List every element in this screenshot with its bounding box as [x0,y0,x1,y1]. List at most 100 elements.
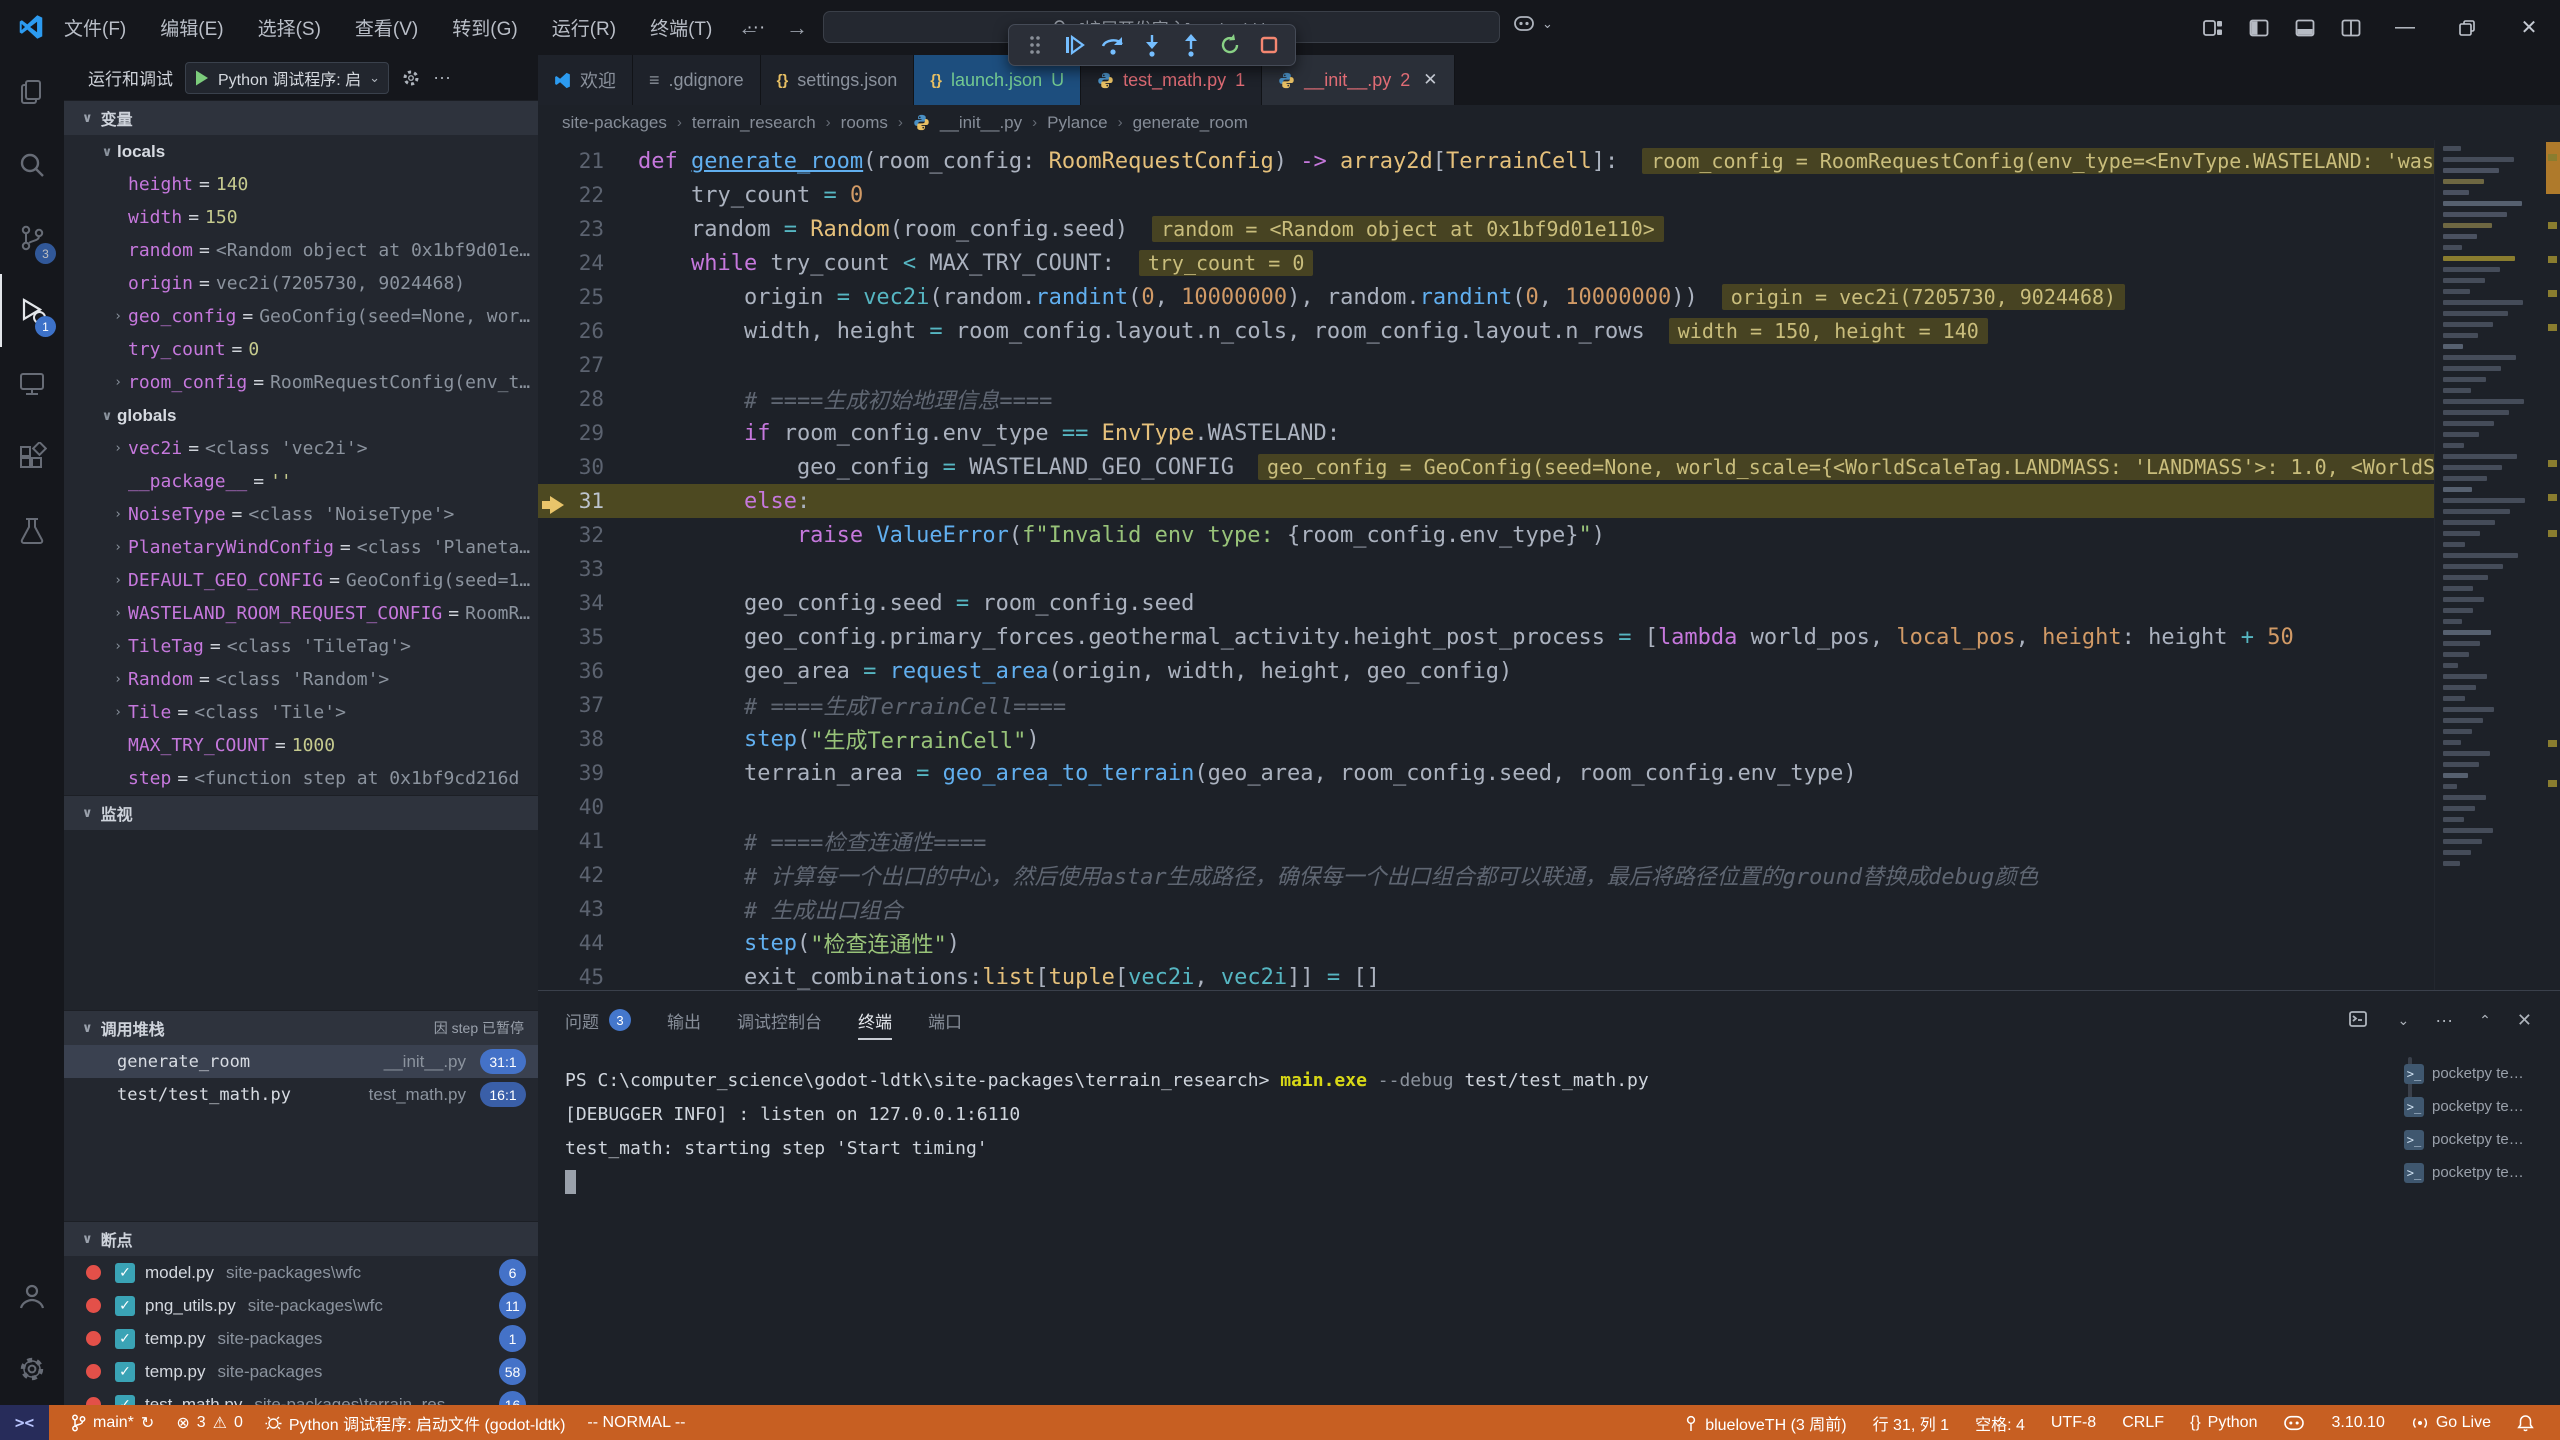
variable-row[interactable]: origin=vec2i(7205730, 9024468) [64,267,538,300]
activity-explorer-icon[interactable] [0,55,64,128]
language-mode-item[interactable]: {} Python [2190,1414,2258,1432]
variable-row[interactable]: width=150 [64,201,538,234]
panel-maximize-icon[interactable]: ⌃ [2479,1012,2491,1029]
python-version-item[interactable]: 3.10.10 [2331,1414,2384,1432]
accounts-icon[interactable] [0,1259,64,1332]
editor-tab--gdignore[interactable]: ≡.gdignore [633,55,761,105]
debug-step-over-icon[interactable] [1097,28,1128,62]
launch-config-select[interactable]: Python 调试程序: 启 ⌄ [185,62,389,94]
panel-more-icon[interactable]: ··· [2435,1010,2453,1031]
code-line-42[interactable]: 42 # 计算每一个出口的中心，然后使用astar生成路径，确保每一个出口组合都… [538,858,2560,892]
debug-step-into-icon[interactable] [1136,28,1167,62]
breadcrumb[interactable]: site-packages›terrain_research›rooms›__i… [538,105,2560,140]
go-live-item[interactable]: Go Live [2411,1414,2491,1432]
stack-frame[interactable]: test/test_math.pytest_math.py16:1 [64,1078,538,1111]
variable-row[interactable]: random=<Random object at 0x1bf9d01e… [64,234,538,267]
code-line-45[interactable]: 45 exit_combinations:list[tuple[vec2i, v… [538,960,2560,990]
activity-extensions-icon[interactable] [0,420,64,493]
variable-row[interactable]: ›Random=<class 'Random'> [64,663,538,696]
variables-section-header[interactable]: ∨ 变量 [64,100,538,135]
breakpoint-row[interactable]: ✓temp.pysite-packages58 [64,1355,538,1388]
code-line-32[interactable]: 32 raise ValueError(f"Invalid env type: … [538,518,2560,552]
debug-gear-icon[interactable] [401,68,421,88]
breadcrumb-item[interactable]: terrain_research [692,113,816,133]
activity-source-control-icon[interactable]: 3 [0,201,64,274]
variable-row[interactable]: ›DEFAULT_GEO_CONFIG=GeoConfig(seed=1… [64,564,538,597]
encoding-item[interactable]: UTF-8 [2051,1414,2096,1432]
menu-item[interactable]: 运行(R) [552,14,616,41]
remote-indicator[interactable]: >< [0,1405,49,1440]
chevron-down-icon[interactable]: ⌄ [2397,1012,2409,1029]
code-line-28[interactable]: 28 # ====生成初始地理信息==== [538,382,2560,416]
code-line-27[interactable]: 27 [538,348,2560,382]
call-stack-section-header[interactable]: ∨ 调用堆栈 因 step 已暂停 [64,1010,538,1045]
variable-row[interactable]: ›NoiseType=<class 'NoiseType'> [64,498,538,531]
minimap[interactable] [2434,140,2560,990]
panel-tab-终端[interactable]: 终端 [858,991,892,1049]
panel-tab-端口[interactable]: 端口 [928,991,962,1049]
activity-run-debug-icon[interactable]: 1 [0,274,64,347]
code-line-23[interactable]: 23 random = Random(room_config.seed)rand… [538,212,2560,246]
panel-tab-调试控制台[interactable]: 调试控制台 [737,991,822,1049]
variable-row[interactable]: ›room_config=RoomRequestConfig(env_t… [64,366,538,399]
debug-session-item[interactable]: Python 调试程序: 启动文件 (godot-ldtk) [265,1411,566,1435]
breadcrumb-item[interactable]: Pylance [1047,113,1107,133]
activity-remote-explorer-icon[interactable] [0,347,64,420]
breakpoints-section-header[interactable]: ∨ 断点 [64,1221,538,1256]
start-debug-icon[interactable] [194,69,210,87]
terminal-new-icon[interactable] [2349,1011,2371,1029]
toggle-secondary-sidebar-icon[interactable] [2328,0,2374,55]
stack-frame[interactable]: generate_room__init__.py31:1 [64,1045,538,1078]
copilot-menu[interactable]: ⌄ [1512,13,1553,35]
editor-tab---[interactable]: 欢迎 [538,55,633,105]
variable-row[interactable]: ›Tile=<class 'Tile'> [64,696,538,729]
code-line-36[interactable]: 36 geo_area = request_area(origin, width… [538,654,2560,688]
activity-search-icon[interactable] [0,128,64,201]
code-editor[interactable]: 21def generate_room(room_config: RoomReq… [538,140,2560,990]
restore-button[interactable] [2436,0,2498,55]
variable-row[interactable]: try_count=0 [64,333,538,366]
code-line-35[interactable]: 35 geo_config.primary_forces.geothermal_… [538,620,2560,654]
breakpoint-checkbox[interactable]: ✓ [115,1329,135,1349]
variable-row[interactable]: MAX_TRY_COUNT=1000 [64,729,538,762]
variable-row[interactable]: step=<function step at 0x1bf9cd216d [64,762,538,795]
cursor-position-item[interactable]: 行 31, 列 1 [1873,1411,1949,1435]
watch-section-header[interactable]: ∨ 监视 [64,795,538,830]
tab-close-icon[interactable]: ✕ [1423,70,1437,90]
breakpoint-checkbox[interactable]: ✓ [115,1263,135,1283]
terminal-instance[interactable]: >_pocketpy te… [2404,1123,2554,1156]
breadcrumb-item[interactable]: rooms [841,113,888,133]
eol-item[interactable]: CRLF [2122,1414,2164,1432]
variable-row[interactable]: ›TileTag=<class 'TileTag'> [64,630,538,663]
menu-item[interactable]: 查看(V) [355,14,418,41]
code-line-39[interactable]: 39 terrain_area = geo_area_to_terrain(ge… [538,756,2560,790]
terminal-instance[interactable]: >_pocketpy te… [2404,1156,2554,1189]
debug-restart-icon[interactable] [1215,28,1246,62]
breakpoint-checkbox[interactable]: ✓ [115,1296,135,1316]
terminal-instance[interactable]: >_pocketpy te… [2404,1057,2554,1090]
menu-item[interactable]: 转到(G) [452,14,517,41]
code-line-25[interactable]: 25 origin = vec2i(random.randint(0, 1000… [538,280,2560,314]
code-line-37[interactable]: 37 # ====生成TerrainCell==== [538,688,2560,722]
variable-row[interactable]: ›PlanetaryWindConfig=<class 'Planeta… [64,531,538,564]
breakpoint-row[interactable]: ✓test_math.pysite-packages\terrain_res…1… [64,1388,538,1405]
code-line-30[interactable]: 30 geo_config = WASTELAND_GEO_CONFIGgeo_… [538,450,2560,484]
debug-step-out-icon[interactable] [1176,28,1207,62]
settings-gear-icon[interactable] [0,1332,64,1405]
code-line-21[interactable]: 21def generate_room(room_config: RoomReq… [538,144,2560,178]
editor-tab-settings-json[interactable]: {}settings.json [761,55,915,105]
code-line-43[interactable]: 43 # 生成出口组合 [538,892,2560,926]
debug-stop-icon[interactable] [1254,28,1285,62]
copilot-status-icon[interactable] [2283,1414,2305,1432]
breadcrumb-item[interactable]: __init__.py [940,113,1022,133]
code-line-29[interactable]: 29 if room_config.env_type == EnvType.WA… [538,416,2560,450]
breakpoint-row[interactable]: ✓png_utils.pysite-packages\wfc11 [64,1289,538,1322]
code-line-44[interactable]: 44 step("检查连通性") [538,926,2560,960]
debug-continue-icon[interactable] [1058,28,1089,62]
variable-row[interactable]: __package__='' [64,465,538,498]
menu-item[interactable]: 终端(T) [650,14,712,41]
panel-tab-输出[interactable]: 输出 [667,991,701,1049]
scope-locals[interactable]: ∨locals [64,135,538,168]
breakpoint-checkbox[interactable]: ✓ [115,1395,135,1406]
scope-globals[interactable]: ∨globals [64,399,538,432]
